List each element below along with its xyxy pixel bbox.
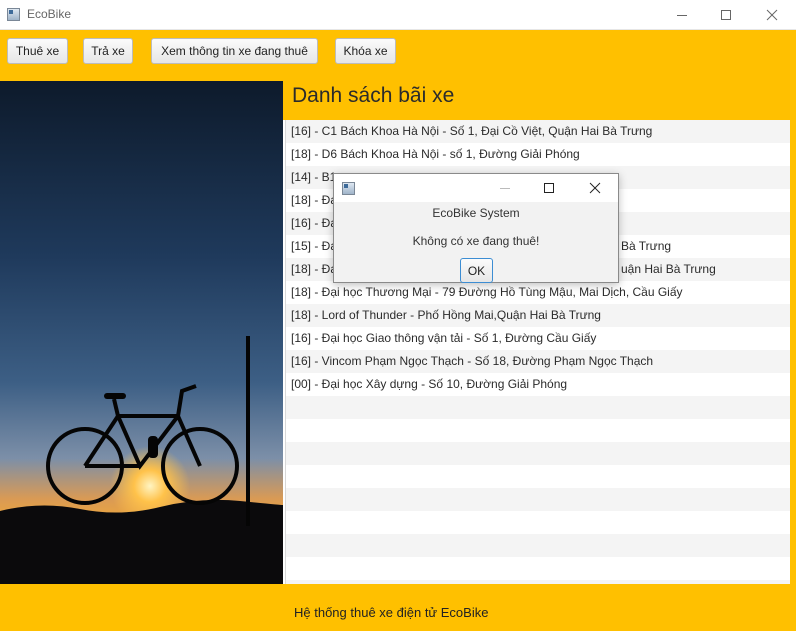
dialog-titlebar	[334, 174, 618, 202]
close-icon	[589, 182, 601, 194]
empty-row	[286, 419, 790, 442]
accent-edge	[790, 120, 796, 591]
alert-dialog: EcoBike System Không có xe đang thuê! OK	[333, 173, 619, 283]
dialog-close-button[interactable]	[573, 174, 617, 202]
bike-sunset-image	[0, 81, 283, 584]
footer-divider	[0, 584, 796, 591]
toolbar: Thuê xe Trả xe Xem thông tin xe đang thu…	[0, 30, 796, 81]
maximize-button[interactable]	[703, 0, 749, 29]
list-item[interactable]: [16] - Đại học Giao thông vận tải - Số 1…	[286, 327, 790, 350]
footer-text: Hệ thống thuê xe điện tử EcoBike	[294, 605, 489, 620]
window-titlebar: EcoBike	[0, 0, 796, 30]
list-item-label: [15] - Đạ	[291, 239, 338, 253]
view-rented-bike-button[interactable]: Xem thông tin xe đang thuê	[151, 38, 318, 64]
dialog-header: EcoBike System	[432, 206, 520, 220]
list-heading-bar: Danh sách bãi xe	[283, 81, 796, 120]
empty-row	[286, 488, 790, 511]
list-item-tail: Bà Trưng	[621, 239, 672, 253]
minimize-icon	[677, 14, 687, 16]
list-item[interactable]: [18] - D6 Bách Khoa Hà Nội - số 1, Đường…	[286, 143, 790, 166]
maximize-icon	[721, 9, 731, 20]
empty-row	[286, 396, 790, 419]
close-button[interactable]	[749, 0, 795, 29]
empty-row	[286, 557, 790, 580]
window-title: EcoBike	[27, 7, 72, 21]
list-item[interactable]: [16] - Vincom Phạm Ngọc Thạch - Số 18, Đ…	[286, 350, 790, 373]
list-item-tail: uận Hai Bà Trưng	[621, 262, 716, 276]
footer-bar: Hệ thống thuê xe điện tử EcoBike	[0, 591, 796, 631]
maximize-icon	[544, 183, 554, 193]
empty-row	[286, 511, 790, 534]
minimize-button[interactable]	[659, 0, 705, 29]
dialog-window-icon	[342, 182, 355, 195]
list-item[interactable]: [00] - Đại học Xây dựng - Số 10, Đường G…	[286, 373, 790, 396]
page-title: Danh sách bãi xe	[292, 84, 455, 107]
dialog-minimize-button[interactable]	[483, 174, 527, 202]
dialog-maximize-button[interactable]	[527, 174, 571, 202]
return-bike-button[interactable]: Trả xe	[83, 38, 133, 64]
list-item[interactable]: [16] - C1 Bách Khoa Hà Nội - Số 1, Đại C…	[286, 120, 790, 143]
lock-bike-button[interactable]: Khóa xe	[335, 38, 396, 64]
dialog-message: Không có xe đang thuê!	[412, 234, 540, 248]
ok-button[interactable]: OK	[460, 258, 493, 283]
empty-row	[286, 442, 790, 465]
empty-row	[286, 534, 790, 557]
close-icon	[766, 9, 778, 20]
list-item[interactable]: [18] - Lord of Thunder - Phố Hồng Mai,Qu…	[286, 304, 790, 327]
rent-bike-button[interactable]: Thuê xe	[7, 38, 68, 64]
list-item-label: [18] - Đạ	[291, 262, 338, 276]
app-window-icon	[7, 8, 20, 21]
minimize-icon	[500, 188, 510, 189]
empty-row	[286, 465, 790, 488]
list-item[interactable]: [18] - Đại học Thương Mại - 79 Đường Hồ …	[286, 281, 790, 304]
